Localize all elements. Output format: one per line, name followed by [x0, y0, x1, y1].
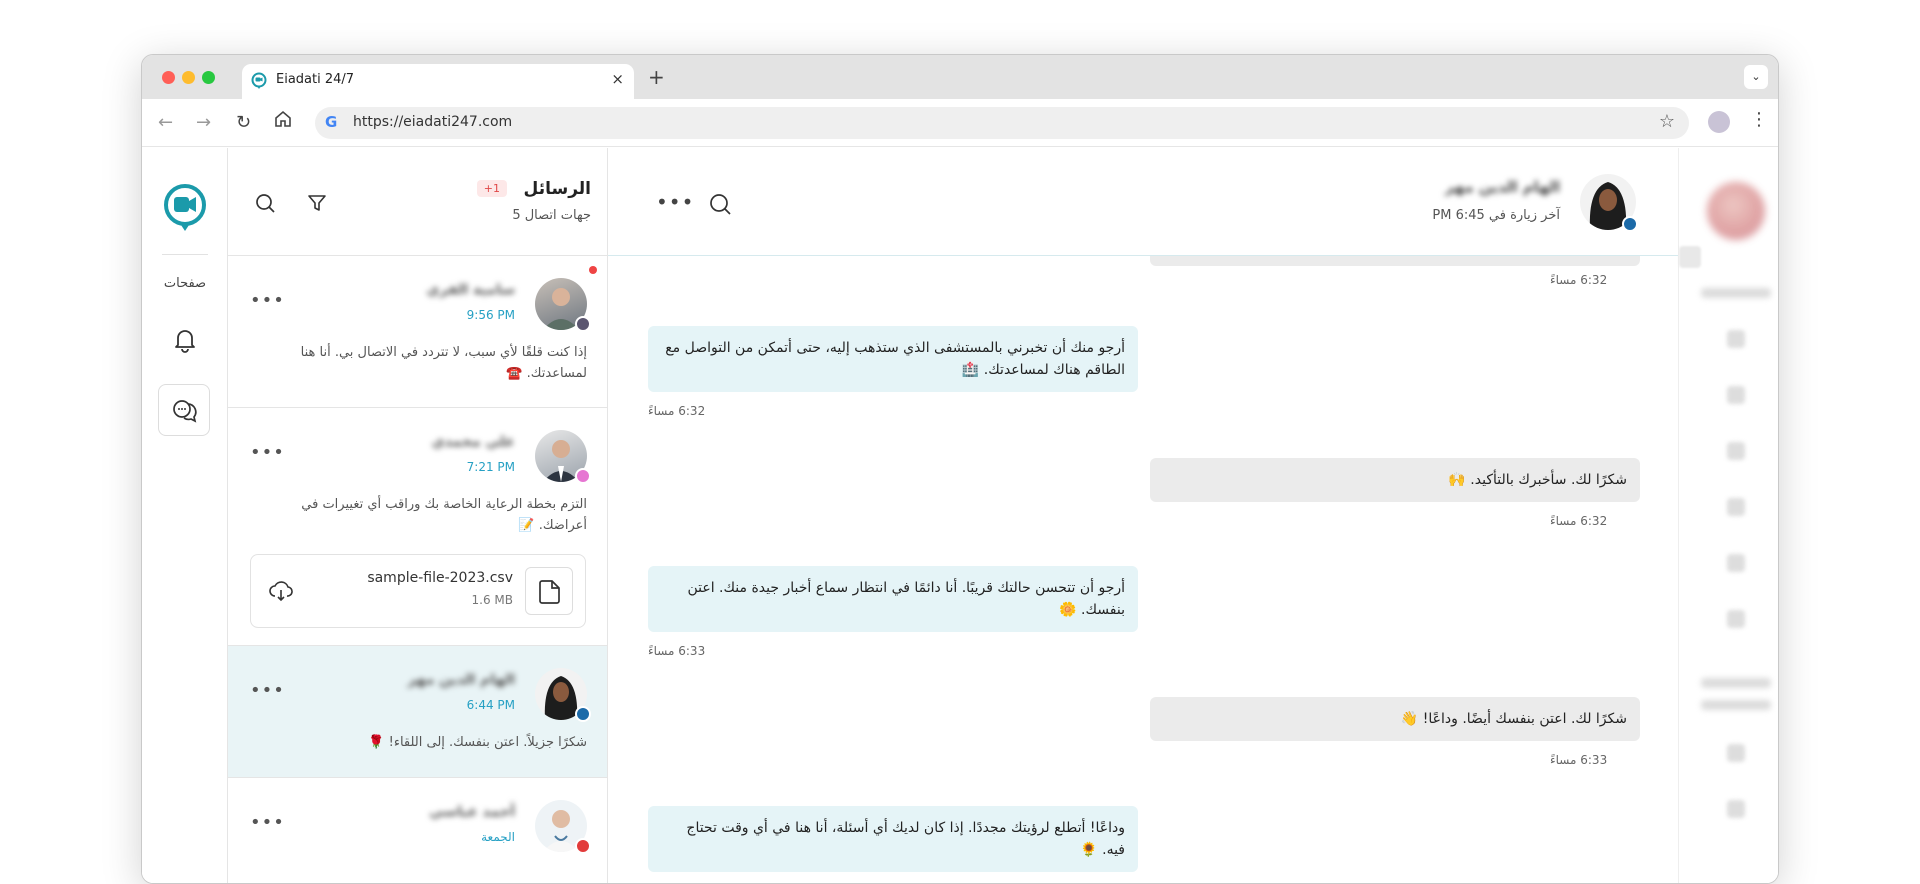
filter-icon[interactable]	[306, 192, 328, 218]
last-seen: آخر زيارة في 6:45 PM	[1432, 208, 1560, 223]
message-preview: التزم بخطة الرعاية الخاصة بك وراقب أي تغ…	[301, 497, 587, 533]
contacts-count: 5 جهات اتصال	[512, 208, 591, 223]
more-icon[interactable]: •••	[250, 680, 285, 701]
contact-name: الهام الدين مهر	[407, 672, 515, 688]
bell-icon[interactable]	[171, 326, 199, 358]
message-time: 6:32 مساءً	[648, 404, 706, 418]
collapse-handle[interactable]	[1679, 246, 1701, 268]
google-icon: G	[325, 113, 338, 131]
message-bubble-outgoing: شكرًا لك. اعتن بنفسك أيضًا. وداعًا! 👋	[1150, 697, 1640, 741]
tab-close-icon[interactable]: ×	[611, 70, 624, 88]
message-preview: إذا كنت قلقًا لأي سبب، لا تتردد في الاتص…	[300, 345, 587, 381]
file-attachment[interactable]: sample-file-2023.csv 1.6 MB	[250, 554, 586, 628]
browser-menu-icon[interactable]: ⋮	[1750, 109, 1768, 130]
message-time: 9:56 PM	[466, 308, 515, 322]
contact-name: علي محمدي	[431, 434, 515, 450]
chat-nav-button[interactable]	[158, 384, 210, 436]
nav-item-icon[interactable]	[1727, 330, 1745, 348]
section-label-placeholder	[1701, 700, 1771, 710]
more-icon[interactable]: •••	[250, 812, 285, 833]
status-dot	[575, 706, 591, 722]
user-name-placeholder	[1701, 288, 1771, 298]
unread-dot	[589, 266, 597, 274]
chat-icon	[173, 400, 197, 423]
message-bubble-outgoing: شكرًا لك. سأخبرك بالتأكيد. 🙌	[1150, 458, 1640, 502]
message-time: 6:33 مساءً	[648, 644, 706, 658]
file-name: sample-file-2023.csv	[367, 570, 513, 586]
browser-window: Eiadati 24/7 × + ⌄ ← → ↻ G https://eiada…	[141, 54, 1779, 884]
maximize-window-button[interactable]	[202, 71, 215, 84]
logo-icon[interactable]	[159, 181, 211, 233]
home-icon[interactable]	[274, 110, 292, 133]
message-time: 6:33 مساءً	[1550, 753, 1608, 767]
search-icon[interactable]	[708, 192, 732, 220]
message-time: 6:32 مساءً	[1550, 273, 1608, 287]
message-bubble-incoming: وداعًا! أتطلع لرؤيتك مجددًا. إذا كان لدي…	[648, 806, 1138, 872]
pages-label: صفحات	[163, 276, 207, 291]
message-list: 6:32 مساءً أرجو منك أن تخبرني بالمستشفى …	[608, 256, 1678, 883]
message-bubble-incoming: أرجو أن تتحسن حالتك قريبًا. أنا دائمًا ف…	[648, 566, 1138, 632]
file-icon	[525, 567, 573, 615]
profile-avatar[interactable]	[1708, 111, 1730, 133]
new-tab-button[interactable]: +	[648, 65, 665, 89]
conversation-item-active[interactable]: الهام الدين مهر 6:44 PM ••• شكرًا جزيلاً…	[228, 646, 607, 778]
contact-name: الهام الدين مهر	[1445, 178, 1560, 196]
message-time: 7:21 PM	[466, 460, 515, 474]
message-time: 6:44 PM	[466, 698, 515, 712]
more-icon[interactable]: •••	[250, 290, 285, 311]
forward-icon[interactable]: →	[196, 112, 211, 133]
site-favicon-icon	[250, 72, 268, 94]
messages-title: الرسائل	[523, 179, 591, 199]
new-messages-badge: +1	[476, 180, 507, 197]
conversation-item[interactable]: سامية الفري 9:56 PM ••• إذا كنت قلقًا لأ…	[228, 256, 607, 408]
status-dot	[1622, 216, 1638, 232]
cloud-download-icon[interactable]	[269, 580, 293, 606]
status-dot	[575, 316, 591, 332]
section-label-placeholder	[1701, 678, 1771, 688]
reload-icon[interactable]: ↻	[236, 112, 251, 133]
right-nav	[1678, 148, 1778, 883]
star-icon[interactable]: ☆	[1659, 111, 1675, 132]
nav-item-icon[interactable]	[1727, 498, 1745, 516]
tab-bar: Eiadati 24/7 × + ⌄	[142, 55, 1778, 99]
message-bubble-incoming: أرجو منك أن تخبرني بالمستشفى الذي ستذهب …	[648, 326, 1138, 392]
message-preview: شكرًا جزيلاً. اعتن بنفسك. إلى اللقاء! 🌹	[368, 735, 587, 750]
address-bar[interactable]: G https://eiadati247.com ☆	[315, 107, 1689, 139]
user-avatar[interactable]	[1707, 182, 1765, 240]
back-icon[interactable]: ←	[158, 112, 173, 133]
nav-item-icon[interactable]	[1727, 442, 1745, 460]
tab-search-button[interactable]: ⌄	[1744, 65, 1768, 89]
chat-panel: الهام الدين مهر آخر زيارة في 6:45 PM •••…	[608, 148, 1678, 883]
address-toolbar: ← → ↻ G https://eiadati247.com ☆ ⋮	[142, 99, 1778, 147]
minimize-window-button[interactable]	[182, 71, 195, 84]
status-dot	[575, 468, 591, 484]
search-icon[interactable]	[254, 192, 276, 218]
file-size: 1.6 MB	[471, 593, 513, 607]
conversation-item[interactable]: أحمد عباسي الجمعة •••	[228, 778, 607, 883]
more-icon[interactable]: •••	[656, 190, 694, 214]
nav-item-icon[interactable]	[1727, 800, 1745, 818]
contact-name: سامية الفري	[426, 282, 515, 298]
nav-item-icon[interactable]	[1727, 554, 1745, 572]
chat-header: الهام الدين مهر آخر زيارة في 6:45 PM •••	[608, 148, 1678, 256]
message-time: 6:32 مساءً	[1550, 514, 1608, 528]
url-text[interactable]: https://eiadati247.com	[353, 114, 512, 130]
conversation-item[interactable]: علي محمدي 7:21 PM ••• التزم بخطة الرعاية…	[228, 408, 607, 646]
app-root: صفحات الرسائل +1 5 جهات اتصال سامية الفر…	[142, 148, 1778, 883]
more-icon[interactable]: •••	[250, 442, 285, 463]
tab-title: Eiadati 24/7	[276, 72, 355, 87]
nav-divider	[162, 254, 208, 255]
nav-item-icon[interactable]	[1727, 386, 1745, 404]
message-time: الجمعة	[481, 830, 515, 844]
left-nav: صفحات	[142, 148, 228, 883]
nav-item-icon[interactable]	[1727, 610, 1745, 628]
browser-tab[interactable]: Eiadati 24/7 ×	[242, 64, 634, 99]
message-bubble-outgoing	[1150, 256, 1640, 266]
conversation-list-header: الرسائل +1 5 جهات اتصال	[228, 148, 607, 256]
status-dot	[575, 838, 591, 854]
nav-item-icon[interactable]	[1727, 744, 1745, 762]
close-window-button[interactable]	[162, 71, 175, 84]
conversation-list: الرسائل +1 5 جهات اتصال سامية الفري 9:56	[228, 148, 608, 883]
contact-name: أحمد عباسي	[429, 804, 515, 820]
